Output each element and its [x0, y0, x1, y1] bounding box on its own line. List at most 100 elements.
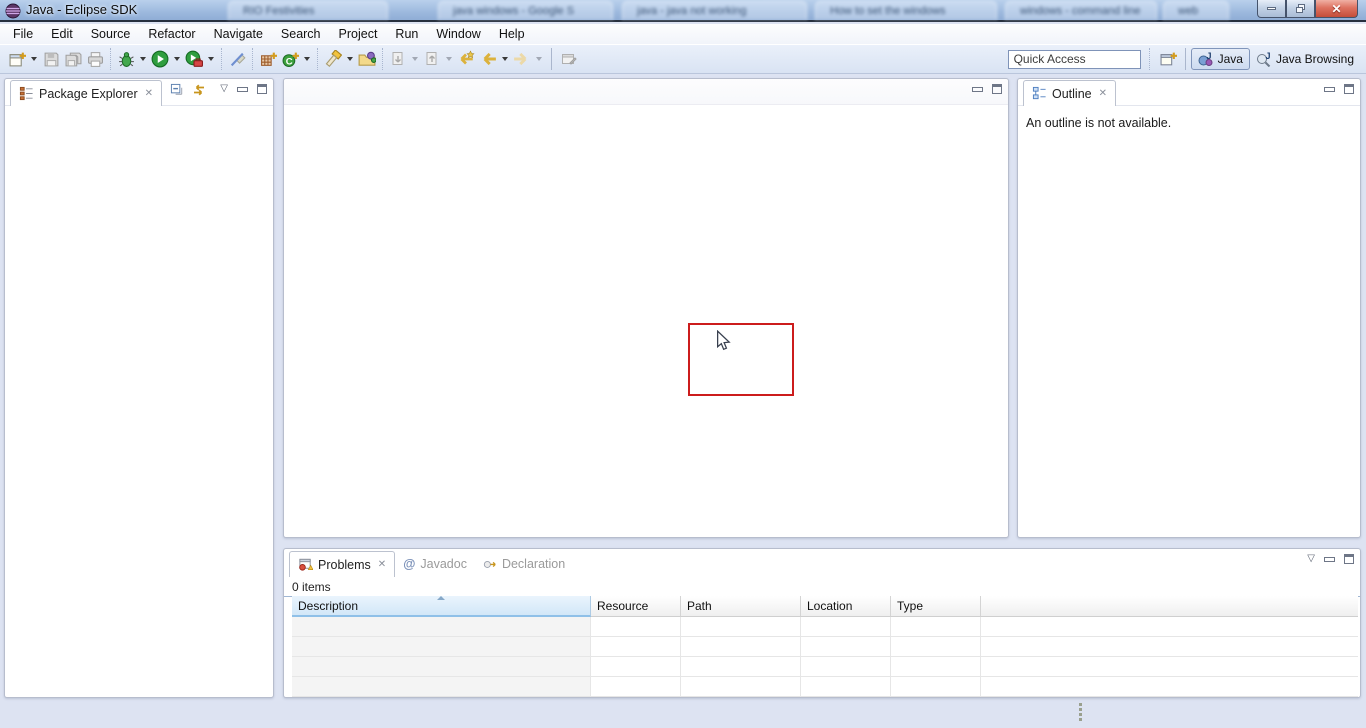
- quick-access-input[interactable]: [1008, 50, 1141, 69]
- column-header-resource[interactable]: Resource: [591, 596, 681, 617]
- save-icon: [43, 51, 60, 68]
- perspective-java-browsing-button[interactable]: J Java Browsing: [1250, 48, 1360, 70]
- table-row[interactable]: [292, 677, 1358, 697]
- column-header-description[interactable]: Description: [292, 596, 591, 617]
- table-row[interactable]: [292, 617, 1358, 637]
- browser-ghost-tab: windows - command line: [1005, 1, 1157, 20]
- new-java-project-icon: [260, 51, 277, 68]
- previous-annotation-button[interactable]: [421, 47, 443, 71]
- minimize-editor-icon[interactable]: [972, 87, 983, 92]
- new-wizard-button[interactable]: [6, 47, 28, 71]
- run-button[interactable]: [149, 47, 171, 71]
- link-with-editor-button[interactable]: [191, 82, 207, 101]
- save-all-icon: [65, 51, 82, 68]
- new-java-class-button[interactable]: C: [279, 47, 301, 71]
- close-icon[interactable]: ✕: [145, 88, 153, 99]
- statusbar-drag-handle[interactable]: [1079, 703, 1083, 723]
- table-row[interactable]: [292, 637, 1358, 657]
- search-dropdown[interactable]: [347, 57, 353, 61]
- column-header-type[interactable]: Type: [891, 596, 981, 617]
- menu-search[interactable]: Search: [272, 25, 330, 43]
- collapse-all-button[interactable]: [170, 83, 185, 101]
- package-explorer-content[interactable]: [5, 106, 273, 696]
- toggle-mark-occurrences-button[interactable]: [226, 47, 248, 71]
- package-explorer-tab-label: Package Explorer: [39, 87, 138, 101]
- minimize-view-icon[interactable]: [1324, 557, 1335, 562]
- open-perspective-button[interactable]: [1158, 47, 1180, 71]
- previous-annotation-dropdown[interactable]: [446, 57, 452, 61]
- menu-refactor[interactable]: Refactor: [139, 25, 204, 43]
- menu-source[interactable]: Source: [82, 25, 140, 43]
- back-arrow-icon: [479, 50, 497, 68]
- close-icon[interactable]: ✕: [378, 559, 386, 570]
- editor-tabstrip: [284, 79, 1008, 105]
- maximize-editor-icon[interactable]: [992, 84, 1002, 94]
- pin-editor-button[interactable]: [558, 47, 580, 71]
- perspective-java-button[interactable]: J Java: [1191, 48, 1250, 70]
- table-row[interactable]: [292, 657, 1358, 677]
- column-header-path[interactable]: Path: [681, 596, 801, 617]
- new-wizard-dropdown[interactable]: [31, 57, 37, 61]
- menu-navigate[interactable]: Navigate: [205, 25, 272, 43]
- maximize-view-icon[interactable]: [1344, 84, 1354, 94]
- restore-window-button[interactable]: [1286, 0, 1315, 18]
- column-header-location[interactable]: Location: [801, 596, 891, 617]
- back-dropdown[interactable]: [502, 57, 508, 61]
- view-menu-icon[interactable]: ▽: [1307, 554, 1315, 564]
- next-annotation-dropdown[interactable]: [412, 57, 418, 61]
- red-selection-rectangle: [688, 323, 794, 396]
- menu-window[interactable]: Window: [427, 25, 489, 43]
- close-icon[interactable]: ✕: [1099, 88, 1107, 99]
- tab-package-explorer[interactable]: Package Explorer ✕: [10, 80, 162, 106]
- run-external-tools-button[interactable]: [183, 47, 205, 71]
- declaration-tab-label: Declaration: [502, 557, 565, 571]
- minimize-window-button[interactable]: [1257, 0, 1286, 18]
- mark-occurrences-icon: [229, 51, 246, 68]
- eclipse-logo-icon: [5, 3, 21, 19]
- back-button[interactable]: [477, 47, 499, 71]
- view-menu-icon[interactable]: ▽: [220, 84, 228, 94]
- package-explorer-icon: [19, 86, 34, 101]
- minimize-view-icon[interactable]: [237, 87, 248, 92]
- problems-tab-label: Problems: [318, 558, 371, 572]
- menu-run[interactable]: Run: [386, 25, 427, 43]
- new-wizard-icon: [9, 51, 26, 68]
- forward-dropdown[interactable]: [536, 57, 542, 61]
- menu-bar: File Edit Source Refactor Navigate Searc…: [0, 24, 1366, 44]
- maximize-view-icon[interactable]: [1344, 554, 1354, 564]
- restore-icon: [1296, 4, 1306, 13]
- run-external-tools-dropdown[interactable]: [208, 57, 214, 61]
- forward-arrow-icon: [513, 50, 531, 68]
- browser-ghost-tab: java windows - Google S: [438, 1, 613, 20]
- menu-project[interactable]: Project: [330, 25, 387, 43]
- close-window-button[interactable]: ✕: [1315, 0, 1358, 18]
- forward-button[interactable]: [511, 47, 533, 71]
- next-annotation-button[interactable]: [387, 47, 409, 71]
- save-button[interactable]: [40, 47, 62, 71]
- search-button[interactable]: [322, 47, 344, 71]
- editor-canvas[interactable]: [284, 105, 1008, 537]
- print-button[interactable]: [84, 47, 106, 71]
- menu-help[interactable]: Help: [490, 25, 534, 43]
- save-all-button[interactable]: [62, 47, 84, 71]
- javadoc-tab-label: Javadoc: [420, 557, 467, 571]
- tab-javadoc[interactable]: @ Javadoc: [395, 552, 475, 576]
- new-java-project-button[interactable]: [257, 47, 279, 71]
- debug-dropdown[interactable]: [140, 57, 146, 61]
- eclipse-window: RIO Festivities java windows - Google S …: [0, 0, 1366, 728]
- titlebar[interactable]: RIO Festivities java windows - Google S …: [0, 0, 1366, 22]
- maximize-view-icon[interactable]: [257, 84, 267, 94]
- menu-file[interactable]: File: [4, 25, 42, 43]
- debug-button[interactable]: [115, 47, 137, 71]
- menu-edit[interactable]: Edit: [42, 25, 82, 43]
- new-java-class-dropdown[interactable]: [304, 57, 310, 61]
- tab-declaration[interactable]: Declaration: [475, 552, 573, 576]
- run-dropdown[interactable]: [174, 57, 180, 61]
- open-type-button[interactable]: [356, 47, 378, 71]
- minimize-view-icon[interactable]: [1324, 87, 1335, 92]
- tab-problems[interactable]: Problems ✕: [289, 551, 395, 577]
- tab-outline[interactable]: Outline ✕: [1023, 80, 1116, 106]
- previous-annotation-icon: [424, 51, 440, 67]
- perspective-java-label: Java: [1218, 52, 1243, 66]
- last-edit-location-button[interactable]: [455, 47, 477, 71]
